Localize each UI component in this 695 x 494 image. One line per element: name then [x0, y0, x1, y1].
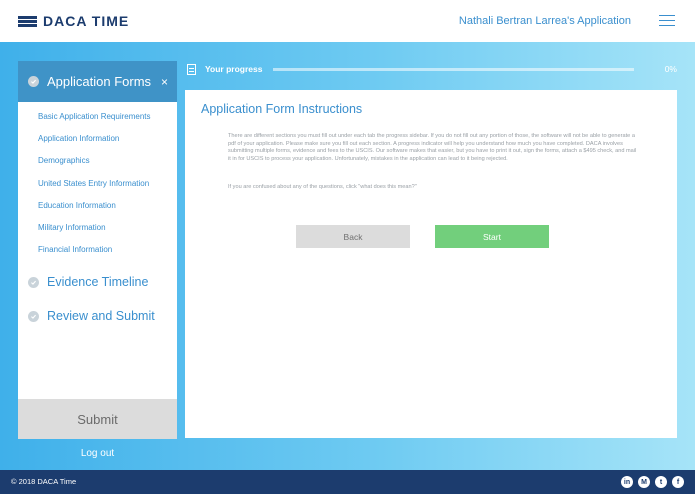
- facebook-icon[interactable]: f: [672, 476, 684, 488]
- start-button[interactable]: Start: [435, 225, 549, 248]
- progress-bar-row: Your progress 0%: [187, 62, 677, 76]
- help-note: If you are confused about any of the que…: [228, 184, 417, 190]
- sidebar: Application Forms × Basic Application Re…: [18, 61, 177, 439]
- twitter-icon[interactable]: t: [655, 476, 667, 488]
- hamburger-menu-icon[interactable]: [659, 15, 675, 26]
- logout-link[interactable]: Log out: [18, 448, 177, 459]
- sidebar-item-basic-application-requirements[interactable]: Basic Application Requirements: [18, 110, 177, 132]
- section-label: Application Forms: [47, 74, 152, 89]
- sidebar-section-evidence-timeline[interactable]: Evidence Timeline: [18, 265, 177, 299]
- linkedin-icon[interactable]: in: [621, 476, 633, 488]
- subsection-list: Basic Application Requirements Applicati…: [18, 102, 177, 265]
- document-icon: [187, 63, 196, 75]
- logo[interactable]: DACA TIME: [18, 13, 129, 29]
- progress-percent: 0%: [664, 64, 677, 74]
- sidebar-item-education-information[interactable]: Education Information: [18, 199, 177, 221]
- section-label: Evidence Timeline: [47, 275, 149, 290]
- sidebar-item-financial-information[interactable]: Financial Information: [18, 243, 177, 265]
- footer: © 2018 DACA Time in M t f: [0, 470, 695, 494]
- social-links: in M t f: [621, 476, 684, 488]
- top-header: DACA TIME Nathali Bertran Larrea's Appli…: [0, 0, 695, 42]
- instructions-card: Application Form Instructions There are …: [185, 90, 677, 438]
- instructions-text: There are different sections you must fi…: [228, 133, 637, 162]
- sidebar-section-review-and-submit[interactable]: Review and Submit: [18, 299, 177, 333]
- progress-track: [273, 67, 634, 71]
- progress-label: Your progress: [205, 64, 263, 74]
- main-area: Application Forms × Basic Application Re…: [0, 42, 695, 470]
- sidebar-item-military-information[interactable]: Military Information: [18, 221, 177, 243]
- copyright-text: © 2018 DACA Time: [11, 477, 77, 486]
- flag-icon: [18, 15, 37, 27]
- check-icon: [28, 310, 39, 322]
- sidebar-item-us-entry-information[interactable]: United States Entry Information: [18, 177, 177, 199]
- page-title: Application Form Instructions: [201, 102, 363, 116]
- medium-icon[interactable]: M: [638, 476, 650, 488]
- check-icon: [28, 76, 39, 87]
- check-icon: [28, 276, 39, 288]
- sidebar-item-demographics[interactable]: Demographics: [18, 154, 177, 176]
- back-button[interactable]: Back: [296, 225, 410, 248]
- logo-text: DACA TIME: [43, 13, 130, 29]
- submit-button[interactable]: Submit: [18, 399, 177, 439]
- sidebar-section-application-forms[interactable]: Application Forms ×: [18, 61, 177, 102]
- close-icon[interactable]: ×: [161, 75, 168, 89]
- user-application-link[interactable]: Nathali Bertran Larrea's Application: [459, 15, 631, 27]
- section-label: Review and Submit: [47, 309, 155, 324]
- sidebar-item-application-information[interactable]: Application Information: [18, 132, 177, 154]
